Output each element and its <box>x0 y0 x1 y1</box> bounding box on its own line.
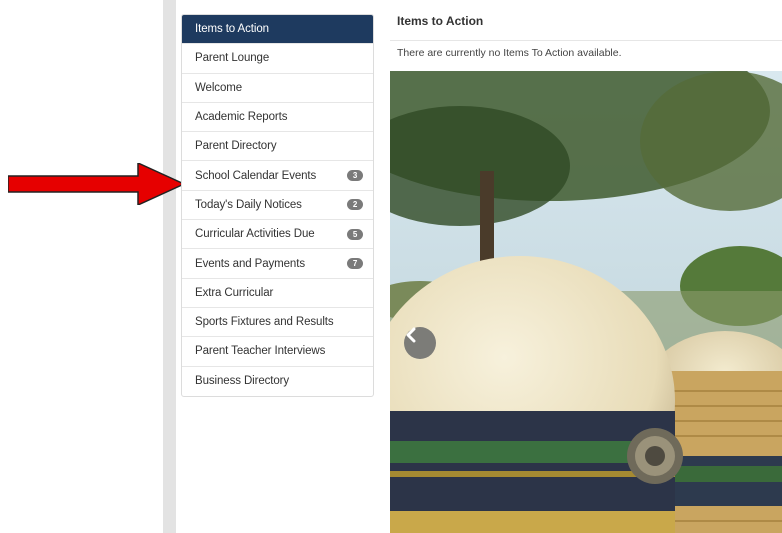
sidebar-item-label: Parent Lounge <box>195 52 270 65</box>
page-title: Items to Action <box>397 14 484 28</box>
carousel-prev-button[interactable] <box>404 327 436 359</box>
sidebar-item-school-calendar-events[interactable]: School Calendar Events 3 <box>182 161 373 191</box>
sidebar-item-label: Parent Directory <box>195 140 277 153</box>
sidebar-item-label: Today's Daily Notices <box>195 198 302 211</box>
red-arrow-annotation-icon <box>8 163 186 205</box>
sidebar-item-extra-curricular[interactable]: Extra Curricular <box>182 279 373 308</box>
sidebar-item-sports-fixtures-and-results[interactable]: Sports Fixtures and Results <box>182 308 373 338</box>
sidebar-item-label: School Calendar Events <box>195 169 317 182</box>
sidebar-item-label: Academic Reports <box>195 111 288 124</box>
sidebar-item-parent-directory[interactable]: Parent Directory <box>182 132 373 162</box>
count-badge: 2 <box>347 199 363 211</box>
sidebar-item-label: Extra Curricular <box>195 286 274 299</box>
sidebar-item-items-to-action[interactable]: Items to Action <box>182 15 373 45</box>
sidebar-item-parent-teacher-interviews[interactable]: Parent Teacher Interviews <box>182 337 373 367</box>
sidebar-item-label: Items to Action <box>195 23 269 36</box>
sidebar-item-label: Parent Teacher Interviews <box>195 345 326 358</box>
sidebar-item-events-and-payments[interactable]: Events and Payments 7 <box>182 249 373 279</box>
sidebar-item-label: Business Directory <box>195 375 290 388</box>
carousel-photo <box>390 71 782 533</box>
sidebar-item-label: Curricular Activities Due <box>195 228 315 241</box>
empty-state-message: There are currently no Items To Action a… <box>397 47 622 59</box>
sidebar-item-label: Events and Payments <box>195 257 305 270</box>
page-left-gutter <box>163 0 176 533</box>
sidebar-item-welcome[interactable]: Welcome <box>182 74 373 103</box>
sidebar-item-todays-daily-notices[interactable]: Today's Daily Notices 2 <box>182 191 373 221</box>
sidebar-nav: Items to Action Parent Lounge Welcome Ac… <box>181 14 374 397</box>
sidebar-item-business-directory[interactable]: Business Directory <box>182 367 373 396</box>
sidebar-item-parent-lounge[interactable]: Parent Lounge <box>182 44 373 74</box>
count-badge: 5 <box>347 228 363 240</box>
sidebar-item-label: Sports Fixtures and Results <box>195 316 334 329</box>
divider <box>390 40 782 41</box>
sidebar-item-label: Welcome <box>195 81 243 94</box>
count-badge: 3 <box>347 170 363 182</box>
count-badge: 7 <box>347 258 363 270</box>
image-carousel[interactable] <box>390 71 782 533</box>
sidebar-item-curricular-activities-due[interactable]: Curricular Activities Due 5 <box>182 220 373 250</box>
sidebar-item-academic-reports[interactable]: Academic Reports <box>182 103 373 133</box>
chevron-left-icon <box>406 327 416 343</box>
